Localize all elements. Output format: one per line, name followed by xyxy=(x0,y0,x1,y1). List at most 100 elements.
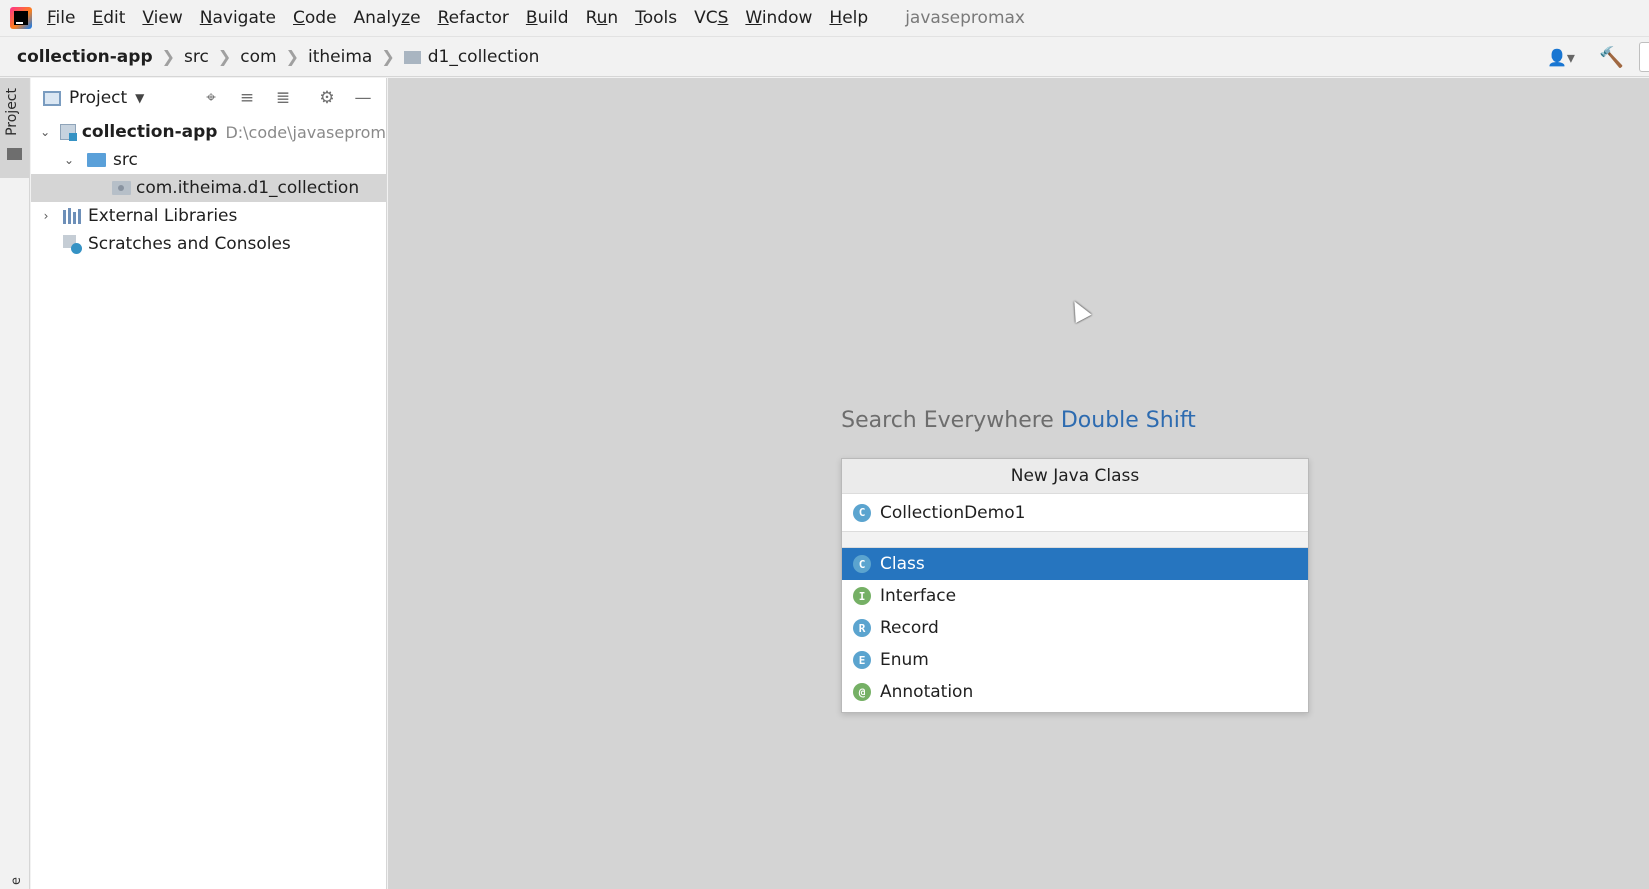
dialog-title: New Java Class xyxy=(842,459,1308,494)
menu-navigate-label: avigate xyxy=(212,8,277,28)
menu-run-label: n xyxy=(607,8,619,28)
collapse-all-icon[interactable]: ≣ xyxy=(270,85,296,111)
menu-help[interactable]: Help xyxy=(829,8,868,28)
menu-run-prefix: R xyxy=(585,8,597,28)
project-panel-toolbar: ⌖ ≡ ≣ ⚙ — xyxy=(198,78,386,118)
gear-icon[interactable]: ⚙ xyxy=(314,85,340,111)
project-tool-tab-label: Project xyxy=(4,88,20,136)
menu-build-label: uild xyxy=(537,8,569,28)
menu-refactor-label: efactor xyxy=(448,8,509,28)
menu-analyze-mnemonic: z xyxy=(401,8,411,28)
menu-edit-mnemonic: E xyxy=(92,8,104,28)
kind-option-label: Record xyxy=(880,618,939,638)
user-dropdown-icon[interactable]: 👤▾ xyxy=(1547,47,1577,67)
mouse-cursor-icon xyxy=(1066,296,1092,324)
tree-node-label: Scratches and Consoles xyxy=(88,234,291,254)
locate-file-icon[interactable]: ⌖ xyxy=(198,85,224,111)
menu-vcs[interactable]: VCS xyxy=(694,8,728,28)
chevron-down-icon[interactable]: ⌄ xyxy=(62,153,76,167)
project-tree: ⌄ collection-app D:\code\javaseprom ⌄ sr… xyxy=(31,118,386,258)
breadcrumb: collection-app ❯ src ❯ com ❯ itheima ❯ d… xyxy=(0,37,1649,77)
menu-analyze-label: e xyxy=(410,8,421,28)
breadcrumb-item-d1-collection[interactable]: d1_collection xyxy=(428,47,540,67)
menu-file-label: ile xyxy=(55,8,76,28)
tree-node-scratches[interactable]: Scratches and Consoles xyxy=(31,230,386,258)
menu-code[interactable]: Code xyxy=(293,8,337,28)
window-project-title: javasepromax xyxy=(905,8,1025,28)
breadcrumb-item-com[interactable]: com xyxy=(240,47,276,67)
module-icon xyxy=(59,124,77,141)
tree-node-package[interactable]: com.itheima.d1_collection xyxy=(31,174,386,202)
breadcrumb-item-src[interactable]: src xyxy=(184,47,209,67)
interface-icon: I xyxy=(853,587,871,605)
menu-window[interactable]: Window xyxy=(745,8,812,28)
hint-text: Search Everywhere xyxy=(841,408,1054,433)
class-name-input[interactable] xyxy=(880,502,1260,523)
menu-build-mnemonic: B xyxy=(525,8,538,28)
tree-node-label: External Libraries xyxy=(88,206,238,226)
breadcrumb-separator-icon: ❯ xyxy=(285,47,299,66)
tree-node-external-libraries[interactable]: › External Libraries xyxy=(31,202,386,230)
package-folder-icon xyxy=(403,51,421,64)
menu-navigate-mnemonic: N xyxy=(199,8,213,28)
tree-node-collection-app[interactable]: ⌄ collection-app D:\code\javaseprom xyxy=(31,118,386,146)
menu-build[interactable]: Build xyxy=(526,8,569,28)
menu-file[interactable]: File xyxy=(47,8,75,28)
tree-node-label: collection-app xyxy=(81,122,218,142)
class-kind-list: C Class I Interface R Record E Enum @ An… xyxy=(842,548,1308,708)
dialog-separator xyxy=(842,532,1308,548)
kind-option-class[interactable]: C Class xyxy=(842,548,1308,580)
menu-analyze-prefix: Analy xyxy=(353,8,402,28)
menu-navigate[interactable]: Navigate xyxy=(200,8,276,28)
project-view-selector[interactable]: Project xyxy=(69,88,127,108)
chevron-down-icon[interactable]: ⌄ xyxy=(39,125,51,139)
source-folder-icon xyxy=(87,153,106,167)
menu-run[interactable]: Run xyxy=(586,8,619,28)
breadcrumb-item-itheima[interactable]: itheima xyxy=(308,47,372,67)
breadcrumb-separator-icon: ❯ xyxy=(381,47,395,66)
record-icon: R xyxy=(853,619,871,637)
breadcrumb-item-module[interactable]: collection-app xyxy=(17,47,153,67)
menu-edit[interactable]: Edit xyxy=(92,8,125,28)
menu-tools-mnemonic: T xyxy=(635,8,643,28)
run-config-selector[interactable] xyxy=(1639,42,1649,72)
menu-vcs-prefix: VC xyxy=(694,8,718,28)
menu-window-mnemonic: W xyxy=(745,8,762,28)
menu-tools[interactable]: Tools xyxy=(635,8,677,28)
chevron-right-icon[interactable]: › xyxy=(39,209,53,223)
hide-panel-icon[interactable]: — xyxy=(350,85,376,111)
module-path: D:\code\javaseprom xyxy=(225,122,386,142)
kind-option-interface[interactable]: I Interface xyxy=(842,580,1308,612)
menu-window-label: indow xyxy=(761,8,813,28)
navbar-actions: 👤▾ 🔨 xyxy=(1547,37,1649,77)
kind-option-record[interactable]: R Record xyxy=(842,612,1308,644)
breadcrumb-separator-icon: ❯ xyxy=(217,47,232,66)
stripe-bottom-label[interactable]: e xyxy=(9,877,24,885)
menu-edit-label: dit xyxy=(103,8,126,28)
project-panel: Project ▼ ⌖ ≡ ≣ ⚙ — ⌄ collection-app D:\… xyxy=(31,78,387,889)
class-kind-icon: C xyxy=(853,503,871,522)
project-folder-icon xyxy=(7,148,22,160)
chevron-down-icon[interactable]: ▼ xyxy=(135,91,144,105)
menu-analyze[interactable]: Analyze xyxy=(354,8,421,28)
menu-run-mnemonic: u xyxy=(596,8,608,28)
class-icon: C xyxy=(853,555,871,573)
enum-icon: E xyxy=(853,651,871,669)
scratches-icon xyxy=(63,234,82,254)
annotation-icon: @ xyxy=(853,683,871,701)
tree-node-src[interactable]: ⌄ src xyxy=(31,146,386,174)
build-hammer-icon[interactable]: 🔨 xyxy=(1599,46,1624,68)
breadcrumb-separator-icon: ❯ xyxy=(161,47,176,66)
kind-option-label: Enum xyxy=(880,650,929,670)
new-java-class-dialog: New Java Class C C Class I Interface R R… xyxy=(841,458,1309,713)
kind-option-enum[interactable]: E Enum xyxy=(842,644,1308,676)
left-tool-stripe: Project e xyxy=(0,78,30,889)
kind-option-annotation[interactable]: @ Annotation xyxy=(842,676,1308,708)
project-panel-header: Project ▼ ⌖ ≡ ≣ ⚙ — xyxy=(31,78,386,118)
empty-editor-hint: Search Everywhere Double Shift xyxy=(388,408,1649,433)
class-name-row: C xyxy=(842,494,1308,532)
expand-all-icon[interactable]: ≡ xyxy=(234,85,260,111)
menu-refactor[interactable]: Refactor xyxy=(438,8,509,28)
project-tool-tab[interactable]: Project xyxy=(0,78,29,178)
menu-view[interactable]: View xyxy=(142,8,182,28)
